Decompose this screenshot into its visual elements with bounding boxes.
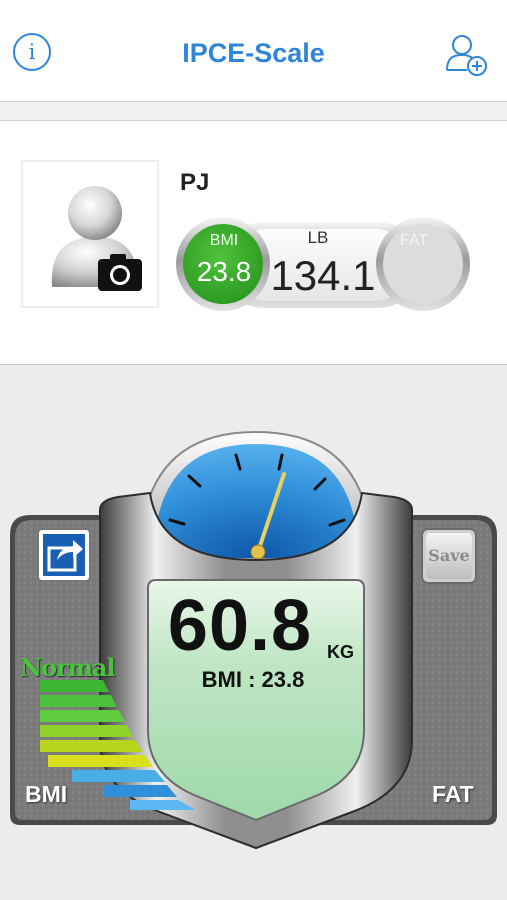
weight-unit: KG [327,642,354,662]
weight-value: 60.8 [167,586,313,666]
add-user-icon[interactable] [443,30,491,78]
bmi-label: BMI [209,232,239,249]
share-icon[interactable] [37,528,91,582]
header-divider [0,101,507,121]
app-title: IPCE-Scale [182,38,325,68]
user-name: PJ [180,169,210,196]
user-avatar-icon[interactable] [20,159,160,309]
bmi-status-label: Normal [20,653,116,682]
lb-value: 134.1 [270,252,376,299]
bmi-corner-label[interactable]: BMI [25,781,67,808]
camera-icon [98,254,142,291]
bmi-readout: BMI : 23.8 [201,667,305,692]
save-label: Save [428,546,470,565]
top-bar: i IPCE-Scale [0,0,507,102]
fat-corner-label[interactable]: FAT [432,781,474,808]
fat-label: FAT [399,232,429,249]
lb-label: LB [307,228,329,247]
bmi-value: 23.8 [196,256,252,287]
profile-card: PJ BMI 23.8 LB 134.1 FAT [0,121,507,365]
